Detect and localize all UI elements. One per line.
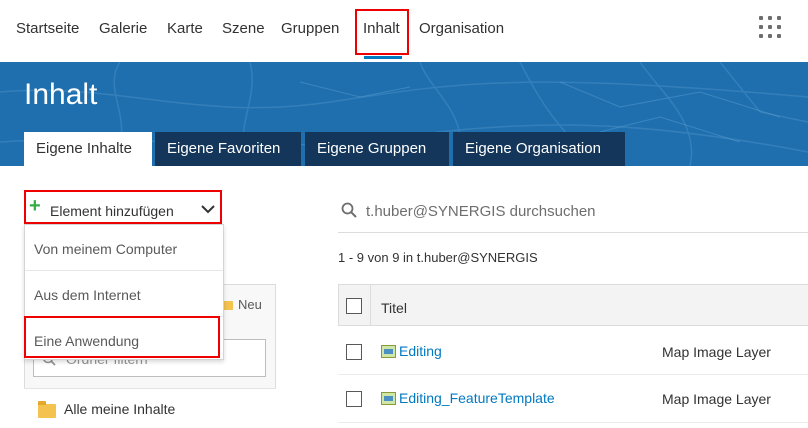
- tab-eigene-organisation[interactable]: Eigene Organisation: [453, 132, 625, 166]
- nav-item-gruppen[interactable]: Gruppen: [281, 20, 339, 37]
- nav-highlight-box: [355, 9, 409, 55]
- header-divider: [370, 284, 371, 326]
- top-navigation: Startseite Galerie Karte Szene Gruppen I…: [0, 0, 808, 62]
- row-checkbox[interactable]: [346, 391, 362, 407]
- map-layer-icon: [381, 345, 396, 358]
- item-title-link[interactable]: Editing_FeatureTemplate: [399, 390, 555, 406]
- tab-eigene-favoriten[interactable]: Eigene Favoriten: [155, 132, 301, 166]
- nav-item-startseite[interactable]: Startseite: [16, 20, 79, 37]
- nav-active-indicator: [364, 56, 402, 59]
- menu-item-from-computer[interactable]: Von meinem Computer: [25, 225, 223, 270]
- apps-grid-icon[interactable]: [759, 16, 781, 38]
- folder-item-all-content[interactable]: Alle meine Inhalte: [24, 388, 276, 428]
- tab-eigene-inhalte[interactable]: Eigene Inhalte: [24, 132, 152, 166]
- new-folder-label: Neu: [238, 297, 262, 312]
- item-title-link[interactable]: Editing: [399, 343, 442, 359]
- nav-item-karte[interactable]: Karte: [167, 20, 203, 37]
- table-header: [338, 284, 808, 326]
- page-title: Inhalt: [24, 78, 98, 111]
- results-summary: 1 - 9 von 9 in t.huber@SYNERGIS: [338, 250, 538, 265]
- new-folder-button[interactable]: Neu: [222, 297, 262, 312]
- folder-item-label: Alle meine Inhalte: [64, 401, 176, 417]
- chevron-down-icon: [201, 205, 215, 214]
- nav-item-galerie[interactable]: Galerie: [99, 20, 147, 37]
- column-header-title[interactable]: Titel: [381, 300, 407, 316]
- tab-eigene-gruppen[interactable]: Eigene Gruppen: [305, 132, 449, 166]
- select-all-checkbox[interactable]: [346, 298, 362, 314]
- item-type: Map Image Layer: [662, 391, 771, 407]
- row-checkbox[interactable]: [346, 344, 362, 360]
- search-underline: [338, 232, 808, 233]
- plus-icon: +: [29, 195, 41, 217]
- content-search-input[interactable]: t.huber@SYNERGIS durchsuchen: [366, 203, 596, 220]
- folder-icon: [38, 401, 56, 418]
- item-type: Map Image Layer: [662, 344, 771, 360]
- menu-item-from-internet[interactable]: Aus dem Internet: [25, 271, 223, 316]
- nav-item-szene[interactable]: Szene: [222, 20, 265, 37]
- add-item-button[interactable]: + Element hinzufügen: [24, 190, 222, 224]
- map-layer-icon: [381, 392, 396, 405]
- search-icon: [341, 202, 357, 218]
- nav-item-organisation[interactable]: Organisation: [419, 20, 504, 37]
- add-item-label: Element hinzufügen: [50, 203, 174, 219]
- content-banner: Inhalt Eigene Inhalte Eigene Favoriten E…: [0, 62, 808, 166]
- menu-item-highlight-box: [24, 316, 220, 358]
